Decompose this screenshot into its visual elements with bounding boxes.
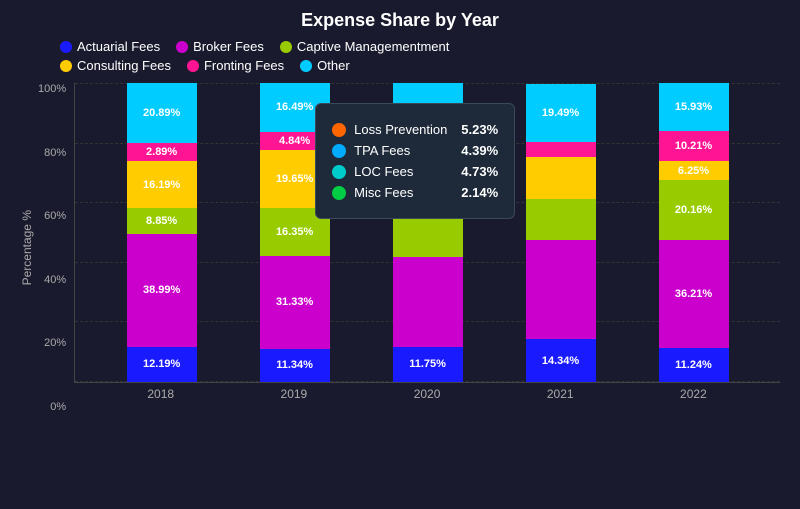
bar-segment (526, 199, 596, 241)
legend: Actuarial Fees Broker Fees Captive Managem… (20, 39, 780, 73)
x-axis-label: 2019 (259, 387, 329, 401)
bar-segment: 20.89% (127, 83, 197, 143)
tooltip-value: 2.14% (461, 185, 498, 200)
y-axis-tick: 60% (44, 210, 66, 222)
chart-title: Expense Share by Year (20, 10, 780, 31)
legend-label: Other (317, 58, 350, 73)
y-axis-label: Percentage % (20, 210, 34, 285)
bar-segment (526, 240, 596, 339)
chart-container: Expense Share by Year Actuarial Fees Brok… (0, 0, 800, 509)
bar-segment (393, 257, 463, 347)
y-axis-tick: 0% (50, 401, 66, 413)
legend-item: Actuarial Fees (60, 39, 160, 54)
bar-segment: 11.75% (393, 347, 463, 382)
bar-segment: 15.93% (659, 83, 729, 131)
bar-segment: 10.21% (659, 131, 729, 162)
x-labels: 2018 2019 2020 2021 2022 (74, 383, 780, 401)
bar-segment: 11.24% (659, 348, 729, 382)
bar-segment: 36.21% (659, 240, 729, 348)
x-axis-label: 2022 (658, 387, 728, 401)
y-axis-tick: 100% (38, 83, 66, 95)
legend-item: Fronting Fees (187, 58, 284, 73)
tooltip-label: TPA Fees (354, 143, 453, 158)
tooltip-value: 4.39% (461, 143, 498, 158)
bar-segment: 12.19% (127, 347, 197, 382)
y-axis-tick: 20% (44, 337, 66, 349)
tooltip-label: LOC Fees (354, 164, 453, 179)
legend-dot (176, 41, 188, 53)
bar-segment: 20.16% (659, 180, 729, 240)
legend-label: Captive Managementment (297, 39, 449, 54)
bar-segment (526, 142, 596, 156)
tooltip-value: 4.73% (461, 164, 498, 179)
bar-segment: 8.85% (127, 208, 197, 234)
legend-dot (300, 60, 312, 72)
tooltip-row: Loss Prevention 5.23% (332, 122, 498, 137)
tooltip-dot (332, 186, 346, 200)
bar-segment: 19.49% (526, 84, 596, 142)
legend-label: Fronting Fees (204, 58, 284, 73)
tooltip-value: 5.23% (461, 122, 498, 137)
tooltip-dot (332, 144, 346, 158)
legend-label: Consulting Fees (77, 58, 171, 73)
legend-dot (60, 60, 72, 72)
y-axis-tick: 80% (44, 147, 66, 159)
bar-segment: 31.33% (260, 256, 330, 349)
legend-label: Actuarial Fees (77, 39, 160, 54)
x-axis-label: 2021 (525, 387, 595, 401)
bar-group: 14.34% 19.49% (526, 83, 596, 382)
x-axis-label: 2018 (126, 387, 196, 401)
bar-segment: 2.89% (127, 143, 197, 161)
y-axis-tick: 40% (44, 274, 66, 286)
bar-group: 12.19%38.99%8.85%16.19%2.89%20.89% (127, 83, 197, 382)
x-axis-label: 2020 (392, 387, 462, 401)
bars-wrapper: 12.19%38.99%8.85%16.19%2.89%20.89% 11.34%… (74, 83, 780, 413)
legend-label: Broker Fees (193, 39, 264, 54)
legend-dot (280, 41, 292, 53)
legend-item: Captive Managementment (280, 39, 449, 54)
tooltip-dot (332, 165, 346, 179)
y-axis: 100% 80% 60% 40% 20% 0% (38, 83, 74, 413)
bar-segment: 38.99% (127, 234, 197, 347)
bars-area: 12.19%38.99%8.85%16.19%2.89%20.89% 11.34%… (74, 83, 780, 383)
legend-item: Broker Fees (176, 39, 264, 54)
tooltip-label: Loss Prevention (354, 122, 453, 137)
bar-group: 11.24%36.21%20.16%6.25%10.21%15.93% (659, 83, 729, 382)
tooltip: Loss Prevention 5.23% TPA Fees 4.39% LOC Fee… (315, 103, 515, 219)
tooltip-dot (332, 123, 346, 137)
bar-segment: 6.25% (659, 161, 729, 180)
legend-item: Consulting Fees (60, 58, 171, 73)
legend-item: Other (300, 58, 350, 73)
bar-segment: 16.19% (127, 161, 197, 208)
bar-segment (526, 157, 596, 199)
tooltip-row: LOC Fees 4.73% (332, 164, 498, 179)
tooltip-label: Misc Fees (354, 185, 453, 200)
legend-dot (187, 60, 199, 72)
tooltip-row: Misc Fees 2.14% (332, 185, 498, 200)
bar-segment: 14.34% (526, 339, 596, 382)
legend-dot (60, 41, 72, 53)
bar-segment: 11.34% (260, 349, 330, 382)
tooltip-row: TPA Fees 4.39% (332, 143, 498, 158)
chart-area: Percentage % 100% 80% 60% 40% 20% 0% 12.19%38… (20, 83, 780, 413)
